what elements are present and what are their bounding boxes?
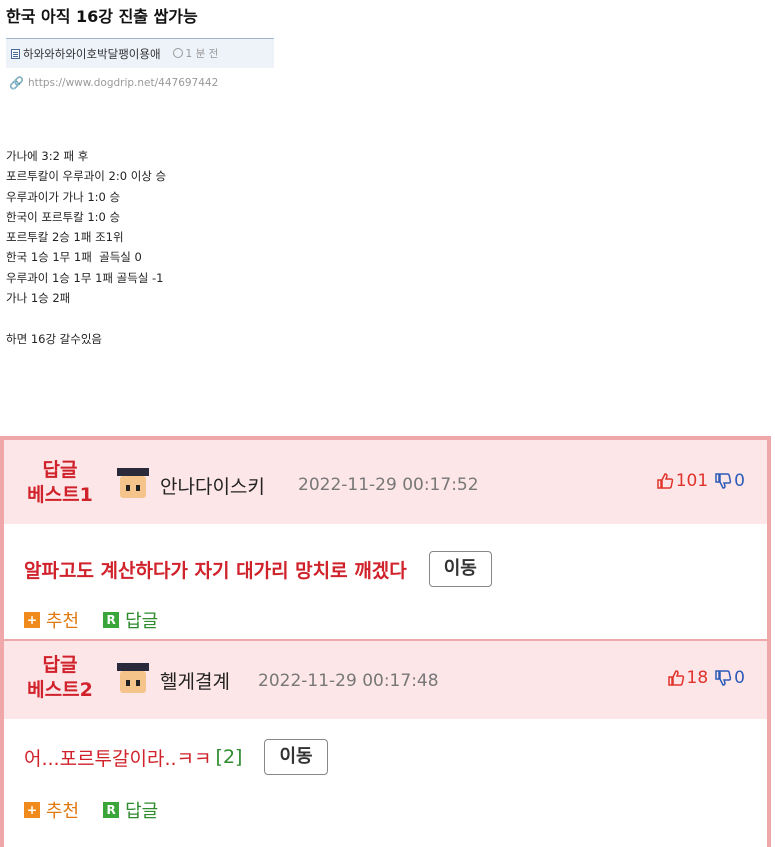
post-time-label: 1 분 전 (185, 48, 219, 60)
downvote-button[interactable]: 0 (714, 471, 745, 491)
thumbs-up-icon (656, 473, 673, 489)
comment-text-row: 알파고도 계산하다가 자기 대가리 망치로 깨겠다 이동 (24, 551, 492, 587)
doc-icon (11, 48, 20, 59)
comment-actions: + 추천 R 답글 (24, 607, 182, 633)
post-body: 가나에 3:2 패 후 포르투칼이 우루과이 2:0 이상 승 우루과이가 가나… (6, 146, 166, 349)
post-time: 1 분 전 (172, 46, 219, 61)
best-label-line2: 베스트1 (27, 484, 93, 506)
thumbs-down-icon (715, 670, 732, 686)
body-line: 우루과이가 가나 1:0 승 (6, 189, 121, 204)
commenter-nickname[interactable]: 안나다이스키 (160, 472, 265, 499)
thumbs-up-icon (667, 670, 684, 686)
best-comment-header: 답글 베스트1 안나다이스키 2022-11-29 00:17:52 101 0 (4, 440, 767, 524)
reply-label: 답글 (125, 801, 159, 822)
body-line (6, 308, 166, 328)
recommend-label: 추천 (46, 801, 80, 822)
reply-icon: R (103, 802, 120, 818)
best-label-line1: 답글 (42, 459, 78, 481)
body-line: 포르투칼 2승 1패 조1위 (6, 230, 124, 245)
body-line: 한국이 포르투칼 1:0 승 (6, 209, 121, 224)
post-url-label[interactable]: https://www.dogdrip.net/447697442 (28, 77, 218, 89)
commenter-nickname[interactable]: 헬게결계 (160, 667, 230, 694)
avatar[interactable] (115, 468, 151, 500)
reply-label: 답글 (125, 611, 159, 632)
best-comment-header: 답글 베스트2 헬게결계 2022-11-29 00:17:48 18 0 (4, 639, 767, 719)
recommend-button[interactable]: + 추천 (24, 607, 79, 633)
clock-icon (172, 48, 183, 58)
reply-icon: R (103, 612, 120, 628)
recommend-button[interactable]: + 추천 (24, 797, 79, 823)
plus-icon: + (24, 802, 40, 818)
body-line: 포르투칼이 우루과이 2:0 이상 승 (6, 169, 167, 184)
body-line: 가나 1승 2패 (6, 291, 71, 306)
comment-text: 알파고도 계산하다가 자기 대가리 망치로 깨겠다 (24, 559, 407, 582)
body-line: 한국 1승 1무 1패 골득실 0 (6, 250, 142, 265)
best-label: 답글 베스트2 (20, 653, 100, 703)
comment-actions: + 추천 R 답글 (24, 797, 182, 823)
link-icon: 🔗 (9, 76, 24, 90)
upvote-button[interactable]: 18 (667, 668, 709, 688)
recommend-label: 추천 (46, 611, 80, 632)
comment-body: 어...포르투갈이라..ㅋㅋ [2] 이동 + 추천 R 답글 (4, 719, 767, 839)
body-line: 가나에 3:2 패 후 (6, 149, 89, 163)
downvote-count: 0 (734, 668, 745, 688)
body-line: 하면 16강 갈수있음 (6, 331, 103, 346)
upvote-count: 18 (686, 668, 709, 688)
best-label: 답글 베스트1 (20, 458, 100, 508)
best-comments: 답글 베스트1 안나다이스키 2022-11-29 00:17:52 101 0… (0, 436, 771, 847)
reply-button[interactable]: R 답글 (103, 797, 158, 823)
best-label-line1: 답글 (42, 654, 78, 676)
comment-datetime: 2022-11-29 00:17:48 (258, 671, 439, 691)
avatar[interactable] (115, 663, 151, 695)
comment-body: 알파고도 계산하다가 자기 대가리 망치로 깨겠다 이동 + 추천 R 답글 (4, 524, 767, 639)
move-button[interactable]: 이동 (428, 551, 492, 587)
downvote-button[interactable]: 0 (714, 668, 745, 688)
thumbs-down-icon (715, 473, 732, 489)
best-label-line2: 베스트2 (27, 679, 93, 701)
upvote-count: 101 (675, 471, 709, 491)
vote-counts: 101 0 (656, 471, 745, 491)
body-line: 우루과이 1승 1무 1패 골득실 -1 (6, 270, 164, 285)
upvote-button[interactable]: 101 (656, 471, 708, 491)
reply-button[interactable]: R 답글 (103, 607, 158, 633)
downvote-count: 0 (734, 471, 745, 491)
vote-counts: 18 0 (667, 668, 745, 688)
comment-datetime: 2022-11-29 00:17:52 (298, 475, 479, 495)
comment-text-row: 어...포르투갈이라..ㅋㅋ [2] 이동 (24, 739, 328, 775)
move-button[interactable]: 이동 (264, 739, 328, 775)
post-title: 한국 아직 16강 진출 쌉가능 (6, 7, 198, 26)
reply-count[interactable]: [2] (216, 746, 243, 768)
post-meta: 하와와하와이호박달팽이용애 1 분 전 (6, 38, 274, 68)
comment-text: 어...포르투갈이라..ㅋㅋ (24, 747, 212, 770)
author-name[interactable]: 하와와하와이호박달팽이용애 (23, 46, 161, 62)
post-url[interactable]: 🔗 https://www.dogdrip.net/447697442 (9, 76, 218, 90)
plus-icon: + (24, 612, 40, 628)
